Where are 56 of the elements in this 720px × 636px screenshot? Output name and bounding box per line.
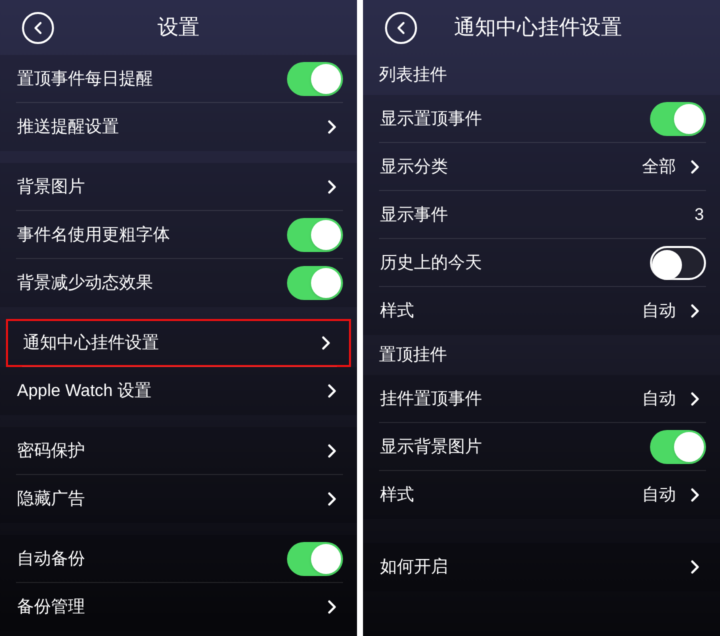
row-label: 如何开启 — [380, 556, 448, 578]
section-header: 置顶挂件 — [379, 344, 447, 366]
row-value: 自动 — [642, 484, 676, 506]
row-label: 背景减少动态效果 — [17, 272, 153, 294]
settings-row[interactable]: 显示分类 全部 — [363, 143, 720, 191]
settings-row[interactable]: 隐藏广告 — [0, 475, 357, 523]
row-label: 备份管理 — [17, 596, 85, 618]
section-header: 列表挂件 — [379, 64, 447, 86]
settings-row[interactable]: 显示背景图片 — [363, 423, 720, 471]
settings-row[interactable]: 样式 自动 — [363, 471, 720, 519]
settings-row[interactable]: 样式 自动 — [363, 287, 720, 335]
settings-row[interactable]: 密码保护 — [0, 427, 357, 475]
row-label: 推送提醒设置 — [17, 116, 119, 138]
toggle-switch[interactable] — [287, 62, 343, 96]
settings-row[interactable]: 推送提醒设置 — [0, 103, 357, 151]
toggle-switch[interactable] — [650, 246, 706, 280]
row-value: 自动 — [642, 300, 676, 322]
back-button[interactable] — [22, 12, 54, 44]
row-label: 背景图片 — [17, 176, 85, 198]
toggle-switch[interactable] — [287, 218, 343, 252]
row-value: 全部 — [642, 156, 676, 178]
row-label: 历史上的今天 — [380, 252, 482, 274]
row-value: 3 — [694, 204, 705, 226]
settings-row[interactable]: 通知中心挂件设置 — [6, 319, 351, 367]
toggle-switch[interactable] — [650, 102, 706, 136]
toggle-switch[interactable] — [287, 266, 343, 300]
row-label: 通知中心挂件设置 — [23, 332, 159, 354]
row-label: 显示事件 — [380, 204, 448, 226]
back-button[interactable] — [385, 12, 417, 44]
settings-row[interactable]: Apple Watch 设置 — [0, 367, 357, 415]
settings-row[interactable]: 自动备份 — [0, 535, 357, 583]
settings-row[interactable]: 置顶事件每日提醒 — [0, 55, 357, 103]
row-label: 显示背景图片 — [380, 436, 482, 458]
settings-row[interactable]: 事件名使用更粗字体 — [0, 211, 357, 259]
row-label: 挂件置顶事件 — [380, 388, 482, 410]
row-label: 自动备份 — [17, 548, 85, 570]
toggle-switch[interactable] — [650, 430, 706, 464]
row-label: 显示置顶事件 — [380, 108, 482, 130]
settings-row[interactable]: 背景减少动态效果 — [0, 259, 357, 307]
row-value: 自动 — [642, 388, 676, 410]
settings-row[interactable]: 历史上的今天 — [363, 239, 720, 287]
row-label: 置顶事件每日提醒 — [17, 68, 153, 90]
row-label: 样式 — [380, 300, 414, 322]
row-label: 样式 — [380, 484, 414, 506]
row-label: 显示分类 — [380, 156, 448, 178]
row-label: 事件名使用更粗字体 — [17, 224, 170, 246]
screen-title: 设置 — [158, 14, 200, 41]
row-label: 密码保护 — [17, 440, 85, 462]
settings-row[interactable]: 挂件置顶事件 自动 — [363, 375, 720, 423]
settings-row[interactable]: 显示置顶事件 — [363, 95, 720, 143]
row-label: Apple Watch 设置 — [17, 380, 152, 402]
screen-title: 通知中心挂件设置 — [454, 14, 622, 41]
settings-row[interactable]: 背景图片 — [0, 163, 357, 211]
row-label: 隐藏广告 — [17, 488, 85, 510]
settings-row[interactable]: 显示事件 3 — [363, 191, 720, 239]
toggle-switch[interactable] — [287, 542, 343, 576]
